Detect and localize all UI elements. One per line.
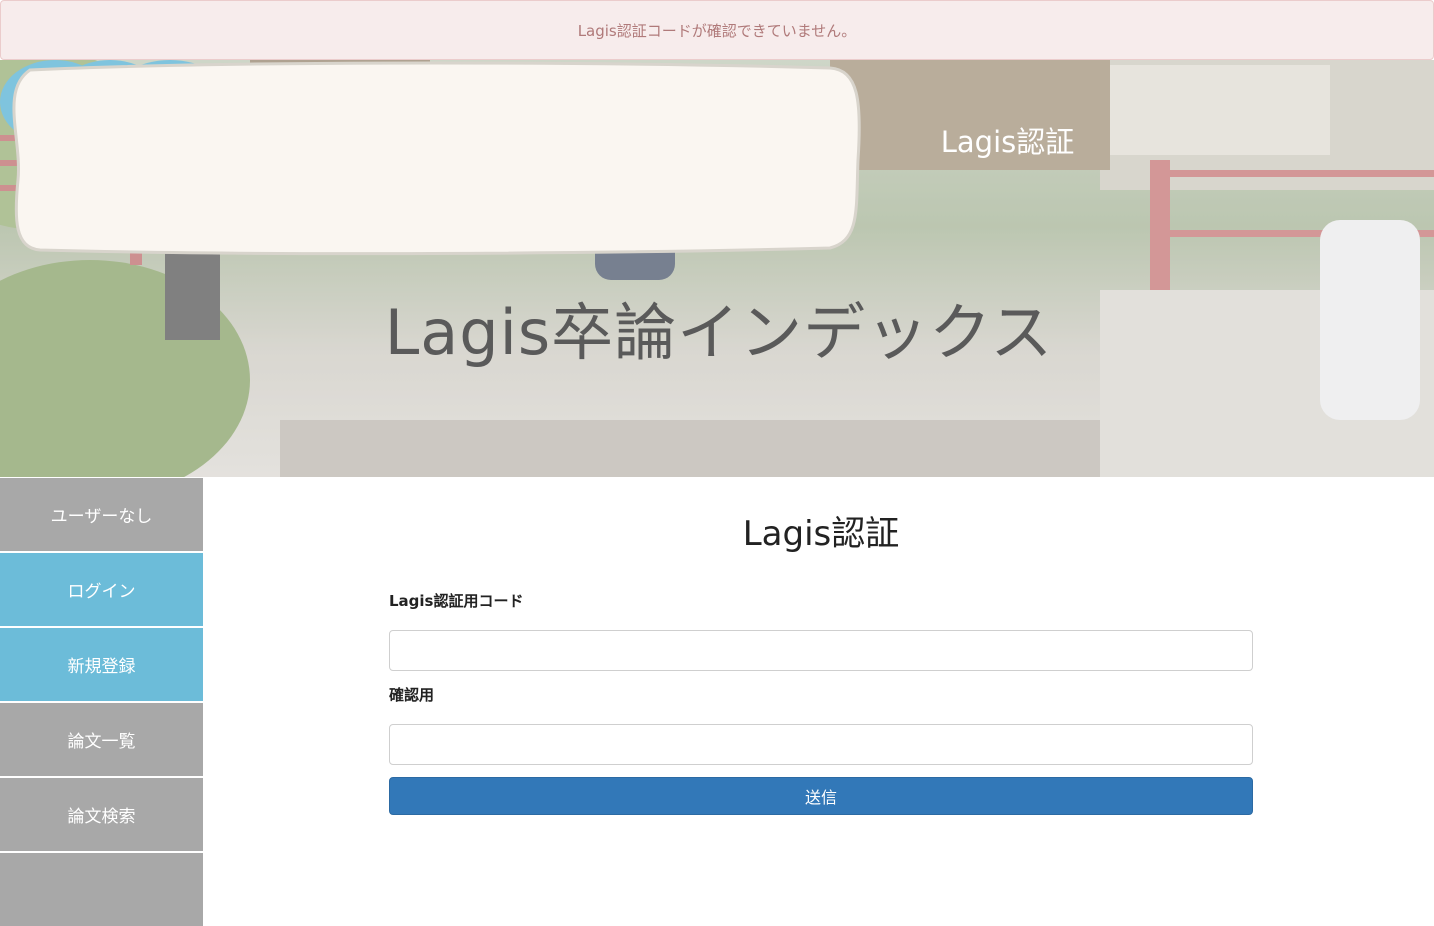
sidebar-item-paper-search[interactable]: 論文検索 xyxy=(0,778,203,851)
sidebar-item-user-status[interactable]: ユーザーなし xyxy=(0,478,203,551)
hero-bubble-label: Lagis認証 xyxy=(940,125,1075,159)
sidebar-item-label: 論文検索 xyxy=(67,807,136,827)
hero-banner: Lagis認証 Lagis卒論インデックス xyxy=(0,60,1434,477)
sidebar-item-register[interactable]: 新規登録 xyxy=(0,628,203,701)
sidebar-item-label: 新規登録 xyxy=(67,657,136,677)
submit-button[interactable]: 送信 xyxy=(389,777,1253,815)
page-title: Lagis認証 xyxy=(742,514,900,554)
sidebar-nav: ユーザーなし ログイン 新規登録 論文一覧 論文検索 xyxy=(0,478,203,926)
auth-code-input[interactable] xyxy=(389,630,1253,671)
title-banner xyxy=(12,61,861,256)
sidebar-item-label: 論文一覧 xyxy=(67,732,136,752)
site-title: Lagis卒論インデックス xyxy=(384,296,1054,369)
error-alert: Lagis認証コードが確認できていません。 xyxy=(0,0,1434,60)
confirm-field-label: 確認用 xyxy=(389,686,435,704)
sidebar-item-label: ログイン xyxy=(67,582,136,602)
sidebar-item-paper-list[interactable]: 論文一覧 xyxy=(0,703,203,776)
confirm-code-input[interactable] xyxy=(389,724,1253,765)
code-field-label: Lagis認証用コード xyxy=(389,592,524,610)
sidebar-item-more[interactable] xyxy=(0,853,203,926)
sidebar-item-label: ユーザーなし xyxy=(50,507,153,527)
alert-message: Lagis認証コードが確認できていません。 xyxy=(577,21,857,40)
sidebar-item-login[interactable]: ログイン xyxy=(0,553,203,626)
